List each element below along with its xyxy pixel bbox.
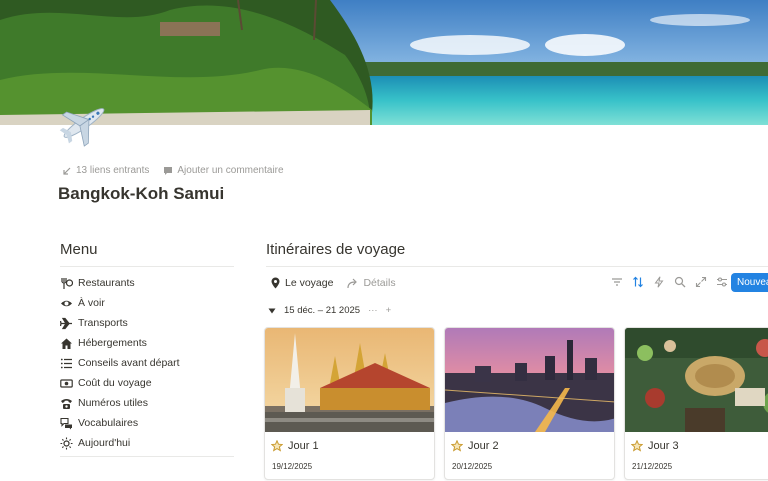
add-comment-button[interactable]: Ajouter un commentaire: [163, 165, 284, 176]
divider: [60, 456, 234, 457]
page-airplane-icon[interactable]: [57, 96, 111, 150]
view-tabs: Le voyage Détails: [270, 275, 396, 291]
backlink-arrow-icon: [63, 167, 71, 175]
menu-item-hebergements[interactable]: Hébergements: [59, 333, 239, 353]
menu-item-label: Transports: [78, 317, 128, 329]
menu-item-label: Aujourd'hui: [78, 437, 131, 449]
phone-icon: [59, 396, 73, 410]
gallery-card[interactable]: Jour 3 21/12/2025: [624, 327, 768, 480]
gallery-card[interactable]: Jour 2 20/12/2025: [444, 327, 615, 480]
share-arrow-icon: [347, 278, 358, 288]
menu-item-label: Vocabulaires: [78, 417, 139, 429]
settings-icon[interactable]: [715, 275, 729, 289]
card-name: Jour 3: [648, 440, 679, 452]
menu-item-label: Hébergements: [78, 337, 147, 349]
card-title[interactable]: Jour 2: [451, 440, 499, 452]
backlinks-label: 13 liens entrants: [76, 165, 150, 176]
group-label[interactable]: 15 déc. – 21 2025: [284, 305, 360, 316]
card-name: Jour 2: [468, 440, 499, 452]
star-icon: [451, 440, 463, 452]
card-title[interactable]: Jour 3: [631, 440, 679, 452]
chat-icon: [59, 416, 73, 430]
sort-icon[interactable]: [631, 275, 645, 289]
caret-down-icon[interactable]: [268, 307, 276, 315]
airplane-icon: [59, 316, 73, 330]
temple-photo: [265, 328, 434, 432]
gallery-card[interactable]: Jour 1 19/12/2025: [264, 327, 435, 480]
page-title[interactable]: Bangkok-Koh Samui: [58, 184, 224, 204]
divider: [60, 266, 234, 267]
sun-icon: [59, 436, 73, 450]
fork-knife-icon: [59, 276, 73, 290]
menu-item-aujourdhui[interactable]: Aujourd'hui: [59, 433, 239, 453]
floating-market-photo: [625, 328, 768, 432]
star-icon: [271, 440, 283, 452]
menu-item-numeros[interactable]: Numéros utiles: [59, 393, 239, 413]
menu-item-transports[interactable]: Transports: [59, 313, 239, 333]
database-title[interactable]: Itinéraires de voyage: [266, 241, 405, 258]
banknote-icon: [59, 376, 73, 390]
add-comment-label: Ajouter un commentaire: [177, 165, 284, 176]
eye-icon: [59, 296, 73, 310]
menu-item-conseils[interactable]: Conseils avant départ: [59, 353, 239, 373]
card-date: 20/12/2025: [452, 462, 493, 471]
filter-icon[interactable]: [610, 275, 624, 289]
card-title[interactable]: Jour 1: [271, 440, 319, 452]
menu-item-label: Coût du voyage: [78, 377, 152, 389]
tab-label: Le voyage: [285, 277, 334, 289]
card-date: 21/12/2025: [632, 462, 673, 471]
tab-le-voyage[interactable]: Le voyage: [270, 275, 333, 291]
group-header: 15 déc. – 21 2025 ··· +: [268, 305, 391, 316]
map-pin-icon: [271, 277, 280, 289]
tab-details[interactable]: Détails: [347, 275, 396, 291]
search-icon[interactable]: [673, 275, 687, 289]
menu-item-vocabulaires[interactable]: Vocabulaires: [59, 413, 239, 433]
menu-item-cout[interactable]: Coût du voyage: [59, 373, 239, 393]
list-icon: [59, 356, 73, 370]
group-more-button[interactable]: ···: [368, 305, 378, 316]
comment-icon: [164, 166, 173, 175]
backlinks-link[interactable]: 13 liens entrants: [62, 165, 149, 176]
house-icon: [59, 336, 73, 350]
menu-item-label: Numéros utiles: [78, 397, 149, 409]
database-toolbar: [610, 275, 729, 289]
menu-list: Restaurants À voir Transports Hébergemen…: [59, 273, 239, 453]
cover-image[interactable]: [0, 0, 768, 125]
menu-item-label: À voir: [78, 297, 105, 309]
group-add-button[interactable]: +: [386, 305, 392, 316]
menu-item-a-voir[interactable]: À voir: [59, 293, 239, 313]
expand-icon[interactable]: [694, 275, 708, 289]
menu-item-label: Conseils avant départ: [78, 357, 180, 369]
menu-item-label: Restaurants: [78, 277, 135, 289]
menu-item-restaurants[interactable]: Restaurants: [59, 273, 239, 293]
new-button[interactable]: Nouveau: [731, 273, 768, 292]
menu-heading: Menu: [60, 241, 98, 258]
card-name: Jour 1: [288, 440, 319, 452]
city-skyline-photo: [445, 328, 614, 432]
lightning-icon[interactable]: [652, 275, 666, 289]
divider: [266, 266, 768, 267]
star-icon: [631, 440, 643, 452]
tab-label: Détails: [363, 277, 396, 289]
card-date: 19/12/2025: [272, 462, 313, 471]
